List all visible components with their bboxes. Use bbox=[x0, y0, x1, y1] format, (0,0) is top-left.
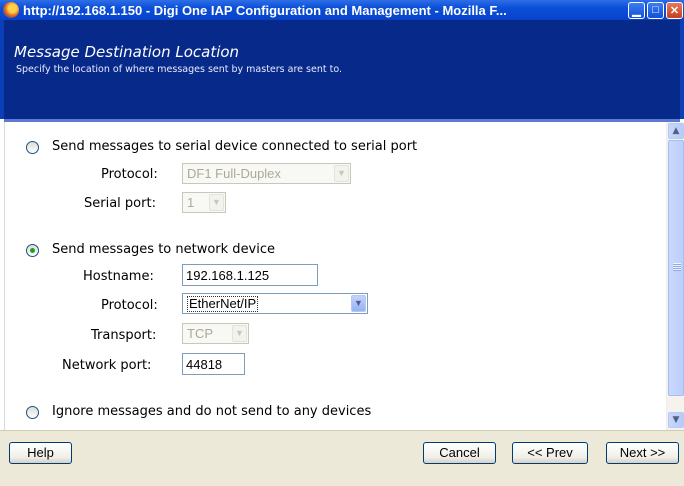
network-protocol-label: Protocol: bbox=[101, 298, 158, 313]
minimize-icon[interactable]: ▁ bbox=[628, 1, 645, 19]
page-title: Message Destination Location bbox=[14, 43, 240, 61]
serial-port-value: 1 bbox=[187, 195, 195, 210]
page-header: Message Destination Location Specify the… bbox=[0, 20, 684, 119]
serial-port-label: Serial port: bbox=[84, 196, 156, 211]
serial-protocol-label: Protocol: bbox=[101, 167, 158, 182]
network-port-input[interactable]: 44818 bbox=[182, 353, 245, 375]
scroll-down-arrow-icon[interactable]: ▼ bbox=[668, 412, 684, 428]
hostname-label: Hostname: bbox=[83, 269, 154, 284]
grip-icon bbox=[673, 263, 681, 271]
network-option-label: Send messages to network device bbox=[52, 242, 276, 257]
ignore-option-label: Ignore messages and do not send to any d… bbox=[52, 404, 372, 419]
serial-option-radio[interactable] bbox=[26, 141, 39, 154]
vertical-scrollbar[interactable]: ▲ ▼ bbox=[666, 122, 684, 430]
network-protocol-select[interactable]: EtherNet/IP ▼ bbox=[182, 293, 368, 314]
button-bar: Help Cancel << Prev Next >> bbox=[0, 430, 684, 486]
next-button[interactable]: Next >> bbox=[606, 442, 679, 464]
hostname-input[interactable]: 192.168.1.125 bbox=[182, 264, 318, 286]
serial-option-label: Send messages to serial device connected… bbox=[52, 139, 418, 154]
window-title-bar[interactable]: http://192.168.1.150 - Digi One IAP Conf… bbox=[0, 0, 684, 20]
transport-value: TCP bbox=[187, 326, 213, 341]
network-port-value: 44818 bbox=[186, 357, 223, 372]
serial-port-select[interactable]: 1 ▼ bbox=[182, 192, 226, 213]
window-title: http://192.168.1.150 - Digi One IAP Conf… bbox=[23, 2, 507, 18]
serial-protocol-value: DF1 Full-Duplex bbox=[187, 166, 281, 181]
chevron-down-icon: ▼ bbox=[334, 165, 349, 182]
scrollbar-thumb[interactable] bbox=[668, 140, 684, 396]
form-content: Send messages to serial device connected… bbox=[4, 122, 666, 430]
chevron-down-icon: ▼ bbox=[232, 325, 247, 342]
maximize-icon[interactable]: □ bbox=[647, 1, 664, 19]
chevron-down-icon: ▼ bbox=[351, 295, 366, 312]
transport-label: Transport: bbox=[91, 328, 157, 343]
ignore-option-radio[interactable] bbox=[26, 406, 39, 419]
page-subtitle: Specify the location of where messages s… bbox=[16, 64, 342, 75]
network-protocol-value: EtherNet/IP bbox=[187, 296, 259, 312]
network-port-label: Network port: bbox=[62, 358, 152, 373]
prev-button[interactable]: << Prev bbox=[512, 442, 588, 464]
firefox-icon bbox=[3, 2, 19, 18]
serial-protocol-select[interactable]: DF1 Full-Duplex ▼ bbox=[182, 163, 351, 184]
transport-select[interactable]: TCP ▼ bbox=[182, 323, 249, 344]
close-icon[interactable]: ✕ bbox=[666, 1, 683, 19]
scroll-up-arrow-icon[interactable]: ▲ bbox=[668, 123, 684, 139]
network-option-radio[interactable] bbox=[26, 244, 39, 257]
hostname-value: 192.168.1.125 bbox=[186, 268, 270, 283]
chevron-down-icon: ▼ bbox=[209, 194, 224, 211]
help-button[interactable]: Help bbox=[9, 442, 72, 464]
cancel-button[interactable]: Cancel bbox=[423, 442, 496, 464]
